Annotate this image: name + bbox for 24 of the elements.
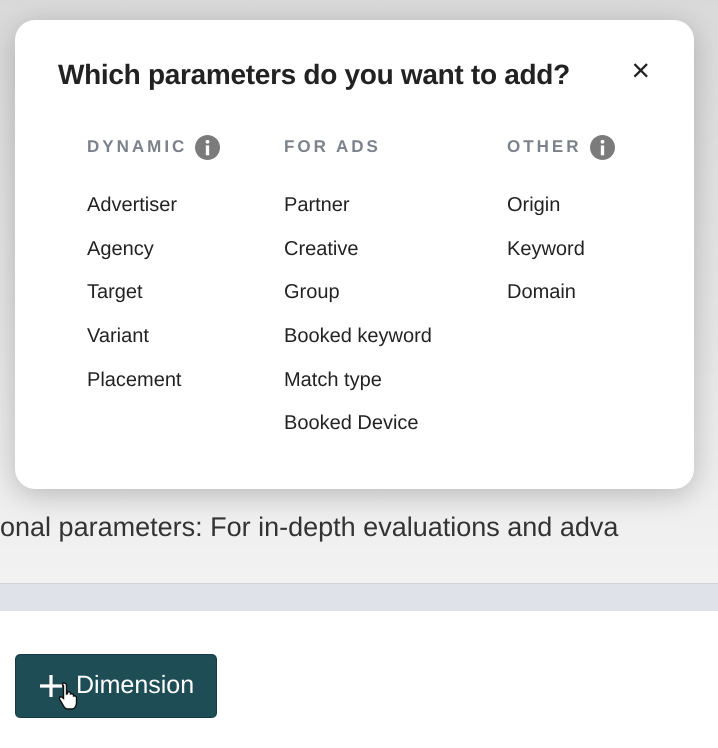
column-heading: DYNAMIC: [87, 136, 188, 158]
plus-icon: [38, 673, 64, 699]
parameter-option[interactable]: Booked Device: [284, 401, 507, 446]
parameter-option[interactable]: Match type: [284, 358, 507, 402]
description-text: onal parameters: For in-depth evaluations and adva: [0, 511, 620, 544]
parameter-option[interactable]: Creative: [284, 226, 507, 270]
parameter-option[interactable]: Target: [87, 270, 284, 314]
parameter-option[interactable]: Agency: [87, 226, 284, 270]
parameter-option[interactable]: Origin: [507, 183, 614, 227]
parameter-option[interactable]: Group: [284, 270, 507, 314]
info-icon[interactable]: [195, 134, 220, 160]
parameter-option[interactable]: Keyword: [507, 226, 614, 270]
parameter-option[interactable]: Domain: [507, 270, 614, 314]
parameter-option[interactable]: Partner: [284, 183, 507, 227]
parameter-option[interactable]: Advertiser: [87, 183, 284, 227]
dialog-title: Which parameters do you want to add?: [58, 58, 570, 92]
info-icon[interactable]: [590, 134, 614, 160]
parameter-option[interactable]: Placement: [87, 358, 284, 402]
parameter-option[interactable]: Variant: [87, 314, 284, 358]
column-heading: FOR ADS: [284, 136, 381, 158]
add-dimension-button[interactable]: Dimension: [15, 654, 218, 718]
column-heading: OTHER: [507, 136, 582, 158]
parameter-option[interactable]: Booked keyword: [284, 314, 507, 358]
close-button[interactable]: ×: [627, 54, 654, 86]
